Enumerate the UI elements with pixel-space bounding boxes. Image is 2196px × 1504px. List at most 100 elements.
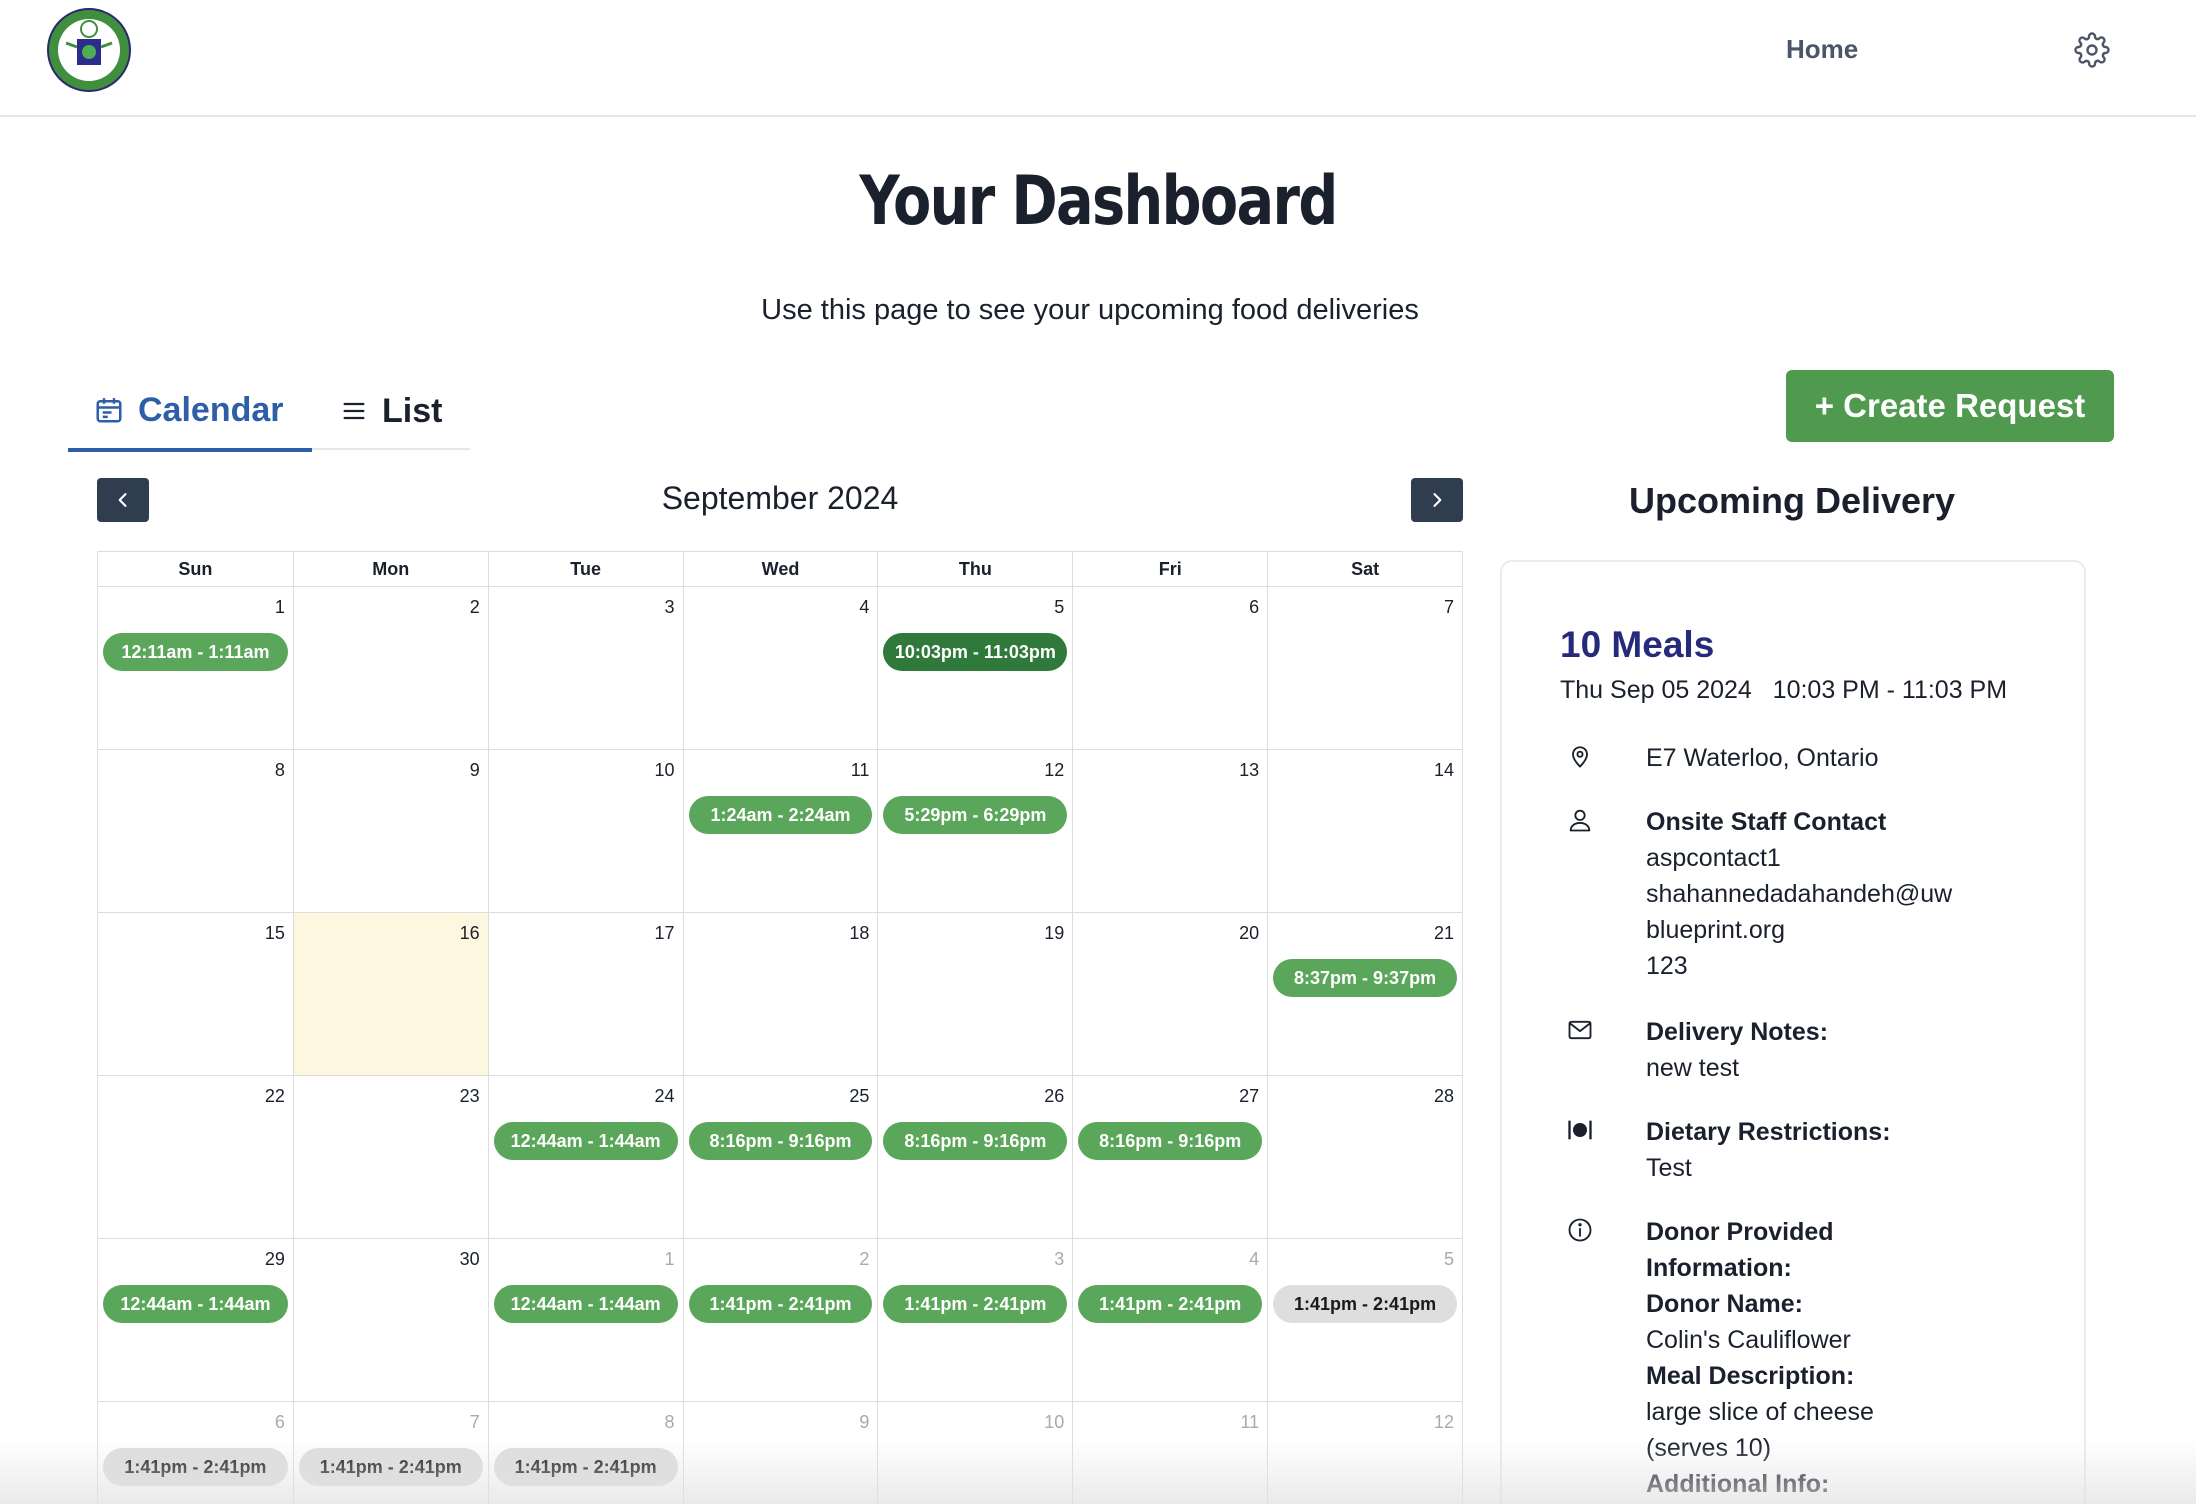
calendar-day-cell[interactable]: 9 — [682, 1402, 878, 1504]
calendar-day-cell[interactable]: 29 12:44am - 1:44am — [98, 1239, 293, 1402]
calendar-event[interactable]: 8:37pm - 9:37pm — [1273, 959, 1457, 997]
calendar-day-cell[interactable]: 2 1:41pm - 2:41pm — [682, 1239, 878, 1402]
calendar-event[interactable]: 1:41pm - 2:41pm — [103, 1448, 288, 1486]
tab-list[interactable]: List — [312, 372, 470, 450]
calendar-day-cell[interactable]: 11 — [1072, 1402, 1267, 1504]
calendar-event[interactable]: 1:41pm - 2:41pm — [1078, 1285, 1263, 1323]
calendar-day-cell[interactable]: 7 — [1267, 587, 1462, 750]
day-number: 4 — [1249, 1249, 1260, 1269]
day-number: 10 — [1044, 1412, 1065, 1432]
create-request-button[interactable]: + Create Request — [1786, 370, 2114, 442]
calendar-event[interactable]: 8:16pm - 9:16pm — [688, 1122, 873, 1160]
calendar-day-cell[interactable]: 8 — [98, 750, 293, 913]
calendar-day-cell[interactable]: 5 10:03pm - 11:03pm — [877, 587, 1073, 750]
contact-name: aspcontact1 — [1646, 844, 1781, 872]
calendar-event[interactable]: 1:41pm - 2:41pm — [688, 1285, 873, 1323]
day-number: 29 — [264, 1249, 285, 1269]
calendar-day-cell[interactable]: 21 8:37pm - 9:37pm — [1267, 913, 1462, 1076]
calendar-day-cell[interactable]: 12 5:29pm - 6:29pm — [877, 750, 1073, 913]
calendar-day-cell[interactable]: 27 8:16pm - 9:16pm — [1072, 1076, 1268, 1239]
day-number: 1 — [664, 1249, 675, 1269]
calendar-day-cell[interactable]: 6 1:41pm - 2:41pm — [98, 1402, 293, 1504]
weekday-label: Thu — [877, 552, 1072, 587]
list-icon — [343, 402, 365, 420]
calendar-event[interactable]: 12:11am - 1:11am — [103, 633, 288, 671]
day-number: 22 — [264, 1086, 285, 1106]
calendar-day-cell[interactable]: 15 — [98, 913, 293, 1076]
prev-month-button[interactable] — [97, 478, 149, 522]
weekday-label: Sat — [1267, 552, 1462, 587]
day-number: 27 — [1239, 1086, 1260, 1106]
day-number: 25 — [849, 1086, 870, 1106]
day-number: 4 — [859, 597, 870, 617]
calendar-day-cell[interactable]: 10 — [877, 1402, 1072, 1504]
calendar-event[interactable]: 12:44am - 1:44am — [493, 1285, 678, 1323]
calendar-day-cell[interactable]: 4 — [682, 587, 878, 750]
tab-calendar[interactable]: Calendar — [68, 372, 312, 452]
upcoming-delivery-title: Upcoming Delivery — [1628, 480, 1956, 521]
day-number: 1 — [274, 597, 285, 617]
calendar-event[interactable]: 8:16pm - 9:16pm — [1078, 1122, 1263, 1160]
calendar-day-cell[interactable]: 26 8:16pm - 9:16pm — [877, 1076, 1073, 1239]
gear-icon[interactable] — [2074, 32, 2110, 68]
calendar-event[interactable]: 5:29pm - 6:29pm — [883, 796, 1068, 834]
contact-email-line-1: shahannedadahandeh@uw — [1646, 880, 1953, 908]
calendar-event[interactable]: 12:44am - 1:44am — [493, 1122, 678, 1160]
calendar-day-cell[interactable]: 30 — [292, 1239, 488, 1402]
info-icon — [1568, 1218, 1592, 1242]
weekday-label: Mon — [292, 552, 488, 587]
calendar-day-cell[interactable]: 11 1:24am - 2:24am — [682, 750, 878, 913]
nav-home-link[interactable]: Home — [1786, 34, 1858, 65]
day-number: 26 — [1044, 1086, 1065, 1106]
next-month-button[interactable] — [1411, 478, 1463, 522]
month-calendar: Sun Mon Tue Wed Thu Fri Sat 1 12:11am - 1… — [97, 551, 1463, 1504]
feeding-canadian-kids-logo[interactable] — [46, 7, 132, 93]
calendar-day-cell[interactable]: 17 — [487, 913, 683, 1076]
calendar-day-cell[interactable]: 13 — [1072, 750, 1268, 913]
calendar-event[interactable]: 1:41pm - 2:41pm — [883, 1285, 1068, 1323]
calendar-day-cell[interactable]: 24 12:44am - 1:44am — [487, 1076, 683, 1239]
calendar-event[interactable]: 10:03pm - 11:03pm — [883, 633, 1068, 671]
calendar-day-cell[interactable]: 3 1:41pm - 2:41pm — [877, 1239, 1073, 1402]
calendar-icon — [96, 398, 122, 423]
calendar-day-cell[interactable]: 25 8:16pm - 9:16pm — [682, 1076, 878, 1239]
delivery-date: Thu Sep 05 2024 — [1560, 676, 1752, 704]
calendar-day-cell[interactable]: 5 1:41pm - 2:41pm — [1267, 1239, 1462, 1402]
calendar-day-cell[interactable]: 7 1:41pm - 2:41pm — [292, 1402, 488, 1504]
calendar-day-cell[interactable]: 8 1:41pm - 2:41pm — [487, 1402, 683, 1504]
calendar-day-cell[interactable]: 22 — [98, 1076, 293, 1239]
calendar-day-cell[interactable]: 1 12:44am - 1:44am — [487, 1239, 683, 1402]
calendar-day-cell[interactable]: 12 — [1267, 1402, 1462, 1504]
calendar-day-cell[interactable]: 1 12:11am - 1:11am — [98, 587, 293, 750]
donor-info-label: Donor Provided — [1646, 1218, 1834, 1246]
day-number: 9 — [469, 760, 480, 780]
calendar-event[interactable]: 1:24am - 2:24am — [688, 796, 873, 834]
day-number: 14 — [1433, 760, 1454, 780]
top-navbar: Home — [0, 0, 2196, 117]
calendar-day-cell[interactable]: 2 — [292, 587, 488, 750]
upcoming-delivery-card: 10 Meals Thu Sep 05 2024 10:03 PM - 11:0… — [1500, 560, 2086, 1504]
contact-label: Onsite Staff Contact — [1646, 808, 1887, 836]
calendar-day-cell[interactable]: 9 — [292, 750, 488, 913]
calendar-event[interactable]: 8:16pm - 9:16pm — [883, 1122, 1068, 1160]
day-number: 10 — [654, 760, 675, 780]
calendar-day-cell[interactable]: 3 — [487, 587, 683, 750]
day-number: 12 — [1044, 760, 1065, 780]
calendar-day-cell[interactable]: 28 — [1267, 1076, 1462, 1239]
calendar-day-cell[interactable]: 19 — [877, 913, 1073, 1076]
calendar-day-cell[interactable]: 4 1:41pm - 2:41pm — [1072, 1239, 1268, 1402]
calendar-day-cell[interactable]: 14 — [1267, 750, 1462, 913]
calendar-day-cell[interactable]: 23 — [292, 1076, 488, 1239]
calendar-event[interactable]: 1:41pm - 2:41pm — [298, 1448, 483, 1486]
calendar-day-cell[interactable]: 16 — [292, 913, 488, 1076]
delivery-datetime: Thu Sep 05 2024 10:03 PM - 11:03 PM — [1560, 676, 2007, 705]
calendar-event[interactable]: 1:41pm - 2:41pm — [493, 1448, 678, 1486]
meal-count: 10 Meals — [1560, 624, 1715, 665]
delivery-time: 10:03 PM - 11:03 PM — [1772, 676, 2008, 704]
calendar-event[interactable]: 12:44am - 1:44am — [103, 1285, 288, 1323]
calendar-day-cell[interactable]: 10 — [487, 750, 683, 913]
calendar-day-cell[interactable]: 6 — [1072, 587, 1268, 750]
calendar-day-cell[interactable]: 18 — [682, 913, 878, 1076]
calendar-event[interactable]: 1:41pm - 2:41pm — [1273, 1285, 1457, 1323]
calendar-day-cell[interactable]: 20 — [1072, 913, 1268, 1076]
